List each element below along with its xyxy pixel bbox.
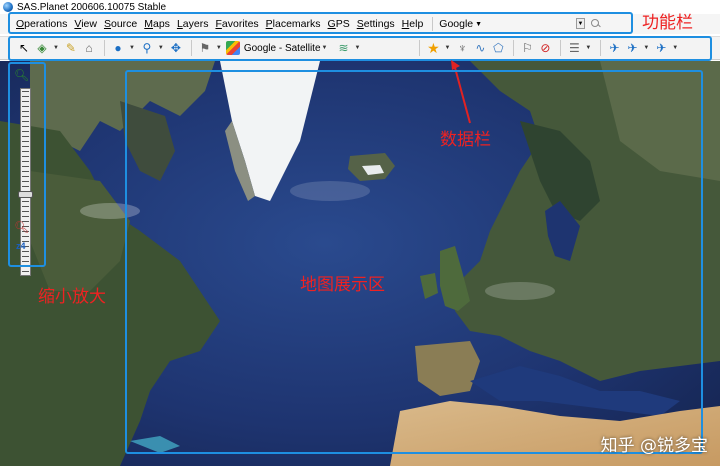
zoom-annotation: 缩小放大	[38, 287, 106, 307]
watermark: 知乎 @锐多宝	[600, 436, 708, 456]
data-bar-highlight	[8, 36, 712, 61]
function-bar-annotation: 功能栏	[642, 13, 693, 33]
app-globe-icon	[3, 2, 13, 12]
zoom-highlight	[8, 62, 46, 267]
map-area-annotation: 地图展示区	[300, 275, 385, 295]
map-area-highlight	[125, 70, 703, 454]
window-title: SAS.Planet 200606.10075 Stable	[17, 1, 167, 13]
function-bar-highlight	[8, 12, 633, 34]
